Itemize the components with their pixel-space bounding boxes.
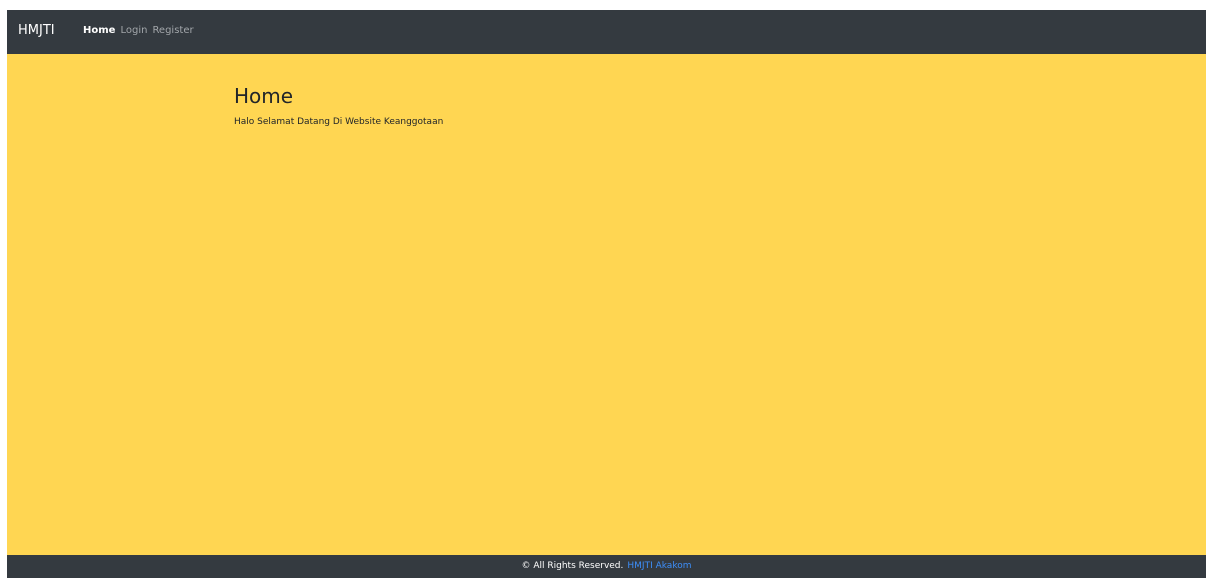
footer: © All Rights Reserved. HMJTI Akakom (7, 555, 1206, 578)
nav-link-register[interactable]: Register (152, 25, 193, 37)
footer-link[interactable]: HMJTI Akakom (627, 561, 691, 571)
footer-copyright: © All Rights Reserved. (521, 561, 624, 571)
navbar: HMJTI Home Login Register (7, 10, 1206, 54)
nav-link-home[interactable]: Home (83, 25, 115, 37)
nav-link-login[interactable]: Login (120, 25, 147, 37)
main-content: Home Halo Selamat Datang Di Website Kean… (234, 84, 443, 128)
welcome-text: Halo Selamat Datang Di Website Keanggota… (234, 117, 444, 127)
page-frame: HMJTI Home Login Register Home Halo Sela… (7, 10, 1206, 578)
nav-links: Home Login Register (83, 25, 194, 37)
page-title: Home (234, 84, 294, 108)
brand-link[interactable]: HMJTI (18, 23, 55, 39)
